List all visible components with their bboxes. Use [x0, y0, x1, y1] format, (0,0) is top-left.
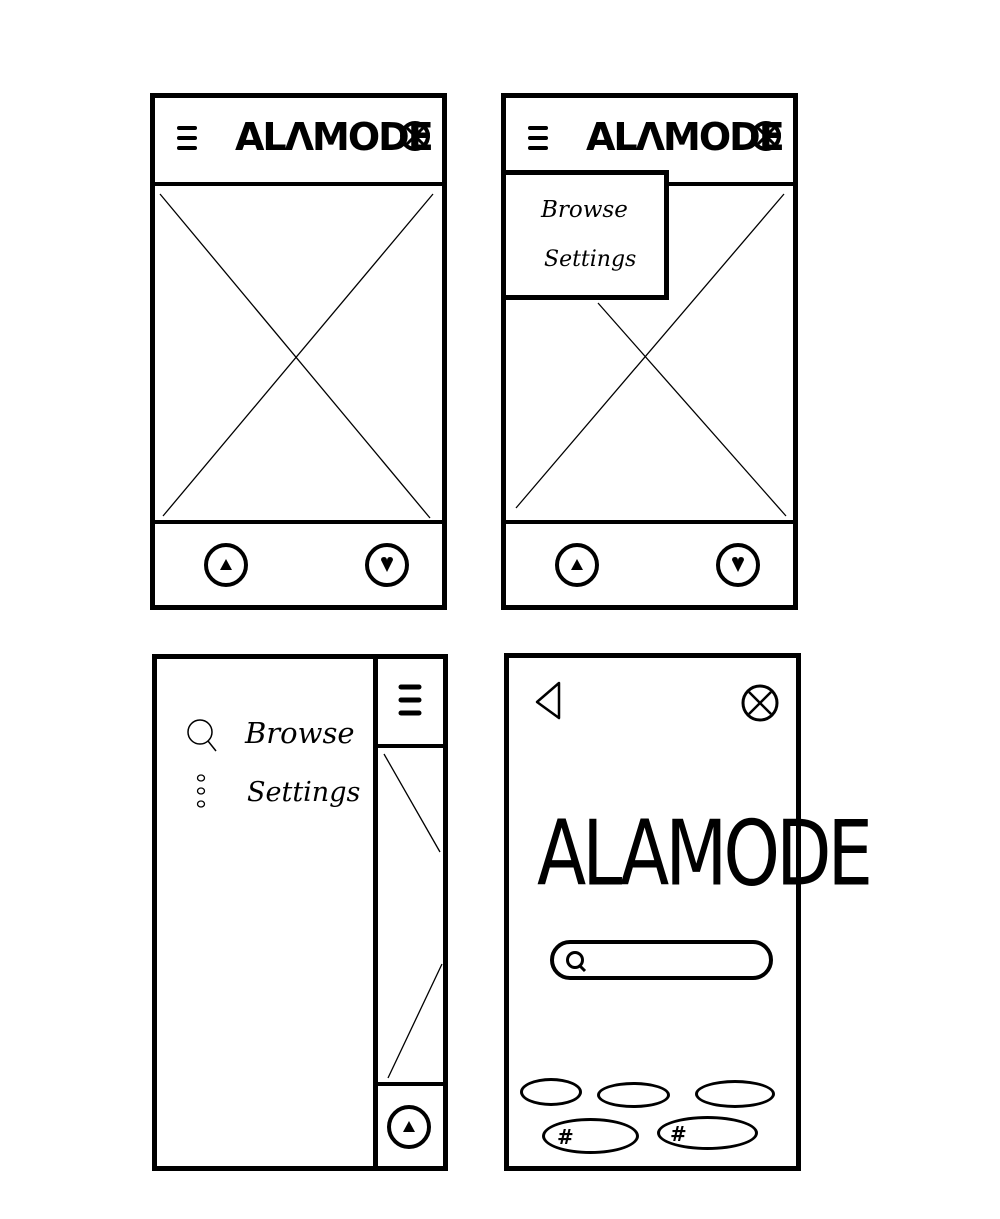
- hamburger-menu-icon[interactable]: [177, 124, 197, 152]
- sidebar-item-settings[interactable]: Settings: [247, 779, 360, 806]
- search-icon: [185, 717, 219, 753]
- tag-chip[interactable]: [695, 1080, 775, 1108]
- screen-menu-open: ALΛMODE Browse Settings: [501, 93, 798, 610]
- dots-vertical-icon: [195, 773, 207, 813]
- image-placeholder: [378, 748, 444, 1082]
- tag-chip-label: #: [670, 1122, 687, 1146]
- downvote-button[interactable]: [365, 543, 409, 587]
- heart-down-icon: [732, 557, 744, 572]
- hamburger-menu-icon[interactable]: [398, 683, 422, 717]
- menu-item-browse[interactable]: Browse: [541, 199, 628, 222]
- tag-chip-label: #: [557, 1125, 574, 1149]
- close-icon[interactable]: [750, 120, 782, 152]
- screen-search: ALAMODE # #: [504, 653, 873, 1171]
- image-placeholder: [155, 186, 442, 520]
- search-input[interactable]: [550, 940, 773, 980]
- upvote-button[interactable]: [555, 543, 599, 587]
- close-icon[interactable]: [399, 120, 431, 152]
- footer-divider: [506, 520, 798, 524]
- footer-divider: [378, 1082, 448, 1086]
- arrow-up-icon: [220, 559, 232, 570]
- tag-chip[interactable]: #: [542, 1118, 639, 1154]
- app-logo-large: ALAMODE: [537, 800, 873, 906]
- hamburger-menu-icon[interactable]: [528, 124, 548, 152]
- tag-chip[interactable]: #: [657, 1116, 758, 1150]
- search-icon: [564, 949, 588, 973]
- tag-chip[interactable]: [520, 1078, 582, 1106]
- tag-chip[interactable]: [597, 1082, 670, 1108]
- upvote-button[interactable]: [204, 543, 248, 587]
- heart-down-icon: [381, 557, 393, 572]
- arrow-up-icon: [403, 1121, 415, 1132]
- sidebar-panel: Browse Settings: [157, 659, 372, 1166]
- footer-divider: [155, 520, 447, 524]
- dropdown-menu: Browse Settings: [506, 170, 669, 300]
- menu-item-settings[interactable]: Settings: [544, 249, 636, 271]
- sidebar-item-browse[interactable]: Browse: [245, 719, 355, 748]
- screen-sidebar: Browse Settings: [152, 654, 448, 1171]
- upvote-button[interactable]: [387, 1105, 431, 1149]
- close-icon[interactable]: [739, 682, 781, 724]
- back-arrow-icon[interactable]: [533, 680, 563, 722]
- arrow-up-icon: [571, 559, 583, 570]
- screen-home: ALΛMODE: [150, 93, 447, 610]
- downvote-button[interactable]: [716, 543, 760, 587]
